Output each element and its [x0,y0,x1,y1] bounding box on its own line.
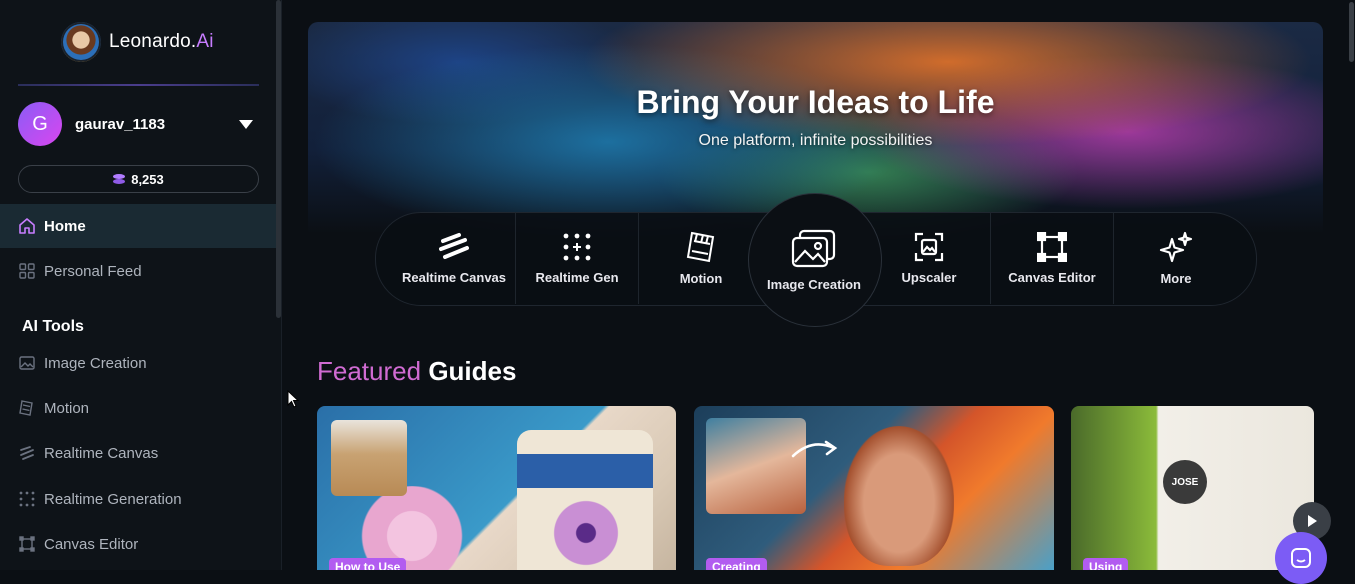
sidebar-item-realtime-generation[interactable]: Realtime Generation [0,477,277,521]
tool-label: Image Creation [767,276,861,292]
canvas-icon [1037,231,1067,262]
tool-label: Canvas Editor [1008,269,1096,285]
page-scrollbar-track [1348,0,1355,570]
upscale-icon [914,232,944,261]
brand-logo-link[interactable]: Leonardo.Ai [61,22,214,62]
tool-label: Motion [679,270,723,286]
tool-label: Realtime Gen [535,269,619,285]
image-icon [791,229,836,267]
chevron-down-icon[interactable] [239,119,253,129]
flower-illustration [549,496,623,570]
sidebar-item-label: Motion [44,399,90,417]
sidebar-item-label: Home [44,217,86,235]
credits-amount: 8,253 [131,171,164,187]
token-icon [113,174,126,184]
page-scrollbar[interactable] [1349,2,1354,62]
grid-icon [18,262,36,280]
tool-label: Upscaler [901,269,957,285]
tool-realtime-gen[interactable]: Realtime Gen [516,212,638,304]
main-content: Bring Your Ideas to Life One platform, i… [282,0,1355,584]
card-badge: Using [1083,558,1129,570]
featured-guides-heading: Featured Guides [317,356,517,386]
sidebar-item-label: Canvas Editor [44,535,139,553]
section-title-ai-tools: AI Tools [22,318,84,335]
hero-title: Bring Your Ideas to Life [636,84,995,120]
canvas-icon [18,535,36,553]
sidebar: Leonardo.Ai G gaurav_1183 8,253 Home Per… [0,0,282,570]
film-icon [18,399,36,417]
divider [18,84,259,86]
sidebar-scrollbar[interactable] [276,0,281,318]
tool-realtime-canvas[interactable]: Realtime Canvas [392,212,516,304]
sneaker-logo: JOSE [1163,460,1207,504]
username: gaurav_1183 [75,115,166,133]
user-menu[interactable]: G gaurav_1183 [18,102,259,146]
sidebar-item-label: Realtime Canvas [44,444,159,462]
film-icon [686,231,715,262]
credits-badge[interactable]: 8,253 [18,165,259,193]
brush-icon [18,444,36,462]
card-thumbnail [331,420,407,496]
sidebar-item-home[interactable]: Home [0,204,277,248]
tool-label: Realtime Canvas [401,269,507,285]
hero-subtitle: One platform, infinite possibilities [698,132,933,149]
guide-card[interactable]: How to Use [317,406,676,570]
chat-support-button[interactable] [1275,532,1327,584]
cup-band [517,454,653,488]
sidebar-item-label: Realtime Generation [44,490,182,508]
mouse-cursor-icon [287,390,300,408]
tool-label: More [1160,270,1192,286]
sidebar-item-label: Image Creation [44,354,147,372]
home-icon [18,217,36,235]
sidebar-item-personal-feed[interactable]: Personal Feed [0,249,277,293]
sidebar-item-label: Personal Feed [44,262,142,280]
chat-icon [1291,548,1311,568]
grid-dots-icon [563,233,591,260]
arrow-right-icon [791,440,838,458]
tool-motion[interactable]: Motion [639,212,763,304]
tool-image-creation[interactable]: Image Creation [748,205,880,315]
sidebar-item-canvas-editor[interactable]: Canvas Editor [0,522,277,566]
tool-upscaler[interactable]: Upscaler [867,212,991,304]
tool-more[interactable]: More [1114,212,1238,304]
card-badge: Creating [706,558,767,570]
sidebar-item-realtime-canvas[interactable]: Realtime Canvas [0,431,277,475]
card-thumbnail [706,418,806,514]
card-badge: How to Use [329,558,407,570]
image-icon [18,354,36,372]
portrait-illustration [844,426,954,566]
leonardo-logo-icon [61,22,101,62]
brand-name: Leonardo.Ai [109,31,214,52]
grid-dots-icon [18,490,36,508]
sparkles-icon [1159,231,1193,262]
guide-card[interactable]: Creating [694,406,1054,570]
sidebar-item-motion[interactable]: Motion [0,386,277,430]
brush-icon [439,232,469,259]
tool-canvas-editor[interactable]: Canvas Editor [991,212,1113,304]
sidebar-item-image-creation[interactable]: Image Creation [0,341,277,385]
avatar: G [18,102,62,146]
chevron-right-icon [1308,515,1317,527]
